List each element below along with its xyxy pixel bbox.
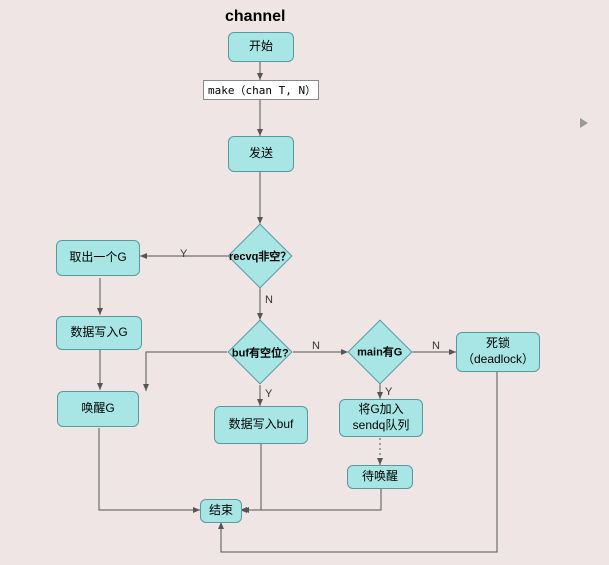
node-start: 开始 — [228, 32, 294, 62]
node-end: 结束 — [200, 499, 242, 523]
node-writebuf: 数据写入buf — [214, 406, 308, 444]
node-takeg: 取出一个G — [56, 240, 140, 276]
lbl-buf-n: N — [312, 340, 320, 352]
node-joinsendq: 将G加入sendq队列 — [339, 399, 423, 437]
node-maing: main有G — [347, 319, 412, 384]
node-recvq: recvq非空？ — [227, 223, 292, 288]
node-writeg: 数据写入G — [56, 316, 142, 350]
play-icon — [580, 118, 588, 128]
node-send: 发送 — [228, 136, 294, 172]
lbl-main-y: Y — [385, 386, 392, 398]
lbl-main-n: N — [432, 340, 440, 352]
lbl-recvq-n: N — [265, 294, 273, 306]
node-wakeg: 唤醒G — [57, 391, 139, 427]
node-deadlock: 死锁（deadlock） — [456, 332, 540, 372]
node-make: make（chan T, N） — [203, 80, 319, 100]
lbl-recvq-y: Y — [180, 248, 187, 260]
node-bufhas: buf有空位? — [227, 319, 292, 384]
title: channel — [225, 8, 285, 26]
lbl-buf-y: Y — [265, 388, 272, 400]
node-waitwake: 待唤醒 — [347, 465, 413, 489]
